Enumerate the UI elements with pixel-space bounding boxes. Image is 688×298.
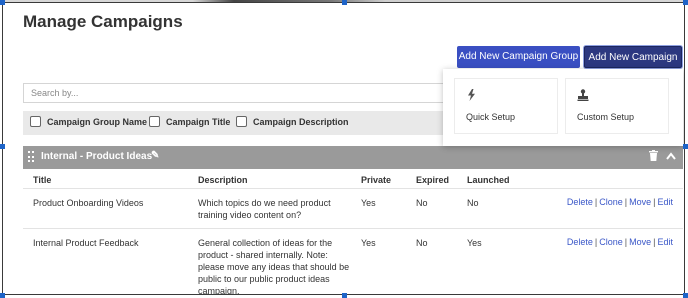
move-link[interactable]: Move xyxy=(629,237,651,247)
resize-handle[interactable] xyxy=(342,293,347,298)
chevron-up-icon[interactable] xyxy=(666,152,676,160)
search-input[interactable]: Search by... xyxy=(23,83,473,103)
row-actions: Delete | Clone | Move | Edit xyxy=(567,197,673,207)
campaign-expired: No xyxy=(416,198,428,208)
app-frame: Manage Campaigns Add New Campaign Group … xyxy=(2,2,685,295)
checkbox[interactable] xyxy=(30,116,41,127)
move-link[interactable]: Move xyxy=(629,197,651,207)
filter-label: Campaign Group Name xyxy=(47,116,148,127)
column-header-expired: Expired xyxy=(416,175,450,185)
column-header-title: Title xyxy=(33,175,52,185)
campaign-expired: No xyxy=(416,238,428,248)
table-header-row: Title Description Private Expired Launch… xyxy=(23,169,683,189)
checkbox[interactable] xyxy=(149,116,160,127)
delete-link[interactable]: Delete xyxy=(567,237,593,247)
column-header-private: Private xyxy=(361,175,392,185)
filter-label: Campaign Description xyxy=(253,116,349,127)
page-title: Manage Campaigns xyxy=(23,12,183,31)
option-label: Quick Setup xyxy=(466,112,516,122)
table-row: Internal Product Feedback General collec… xyxy=(23,229,683,295)
campaign-description: Which topics do we need product training… xyxy=(198,198,331,220)
campaign-group-header: Internal - Product Ideas ✎ xyxy=(23,146,683,169)
add-campaign-group-button[interactable]: Add New Campaign Group xyxy=(457,46,580,68)
clone-link[interactable]: Clone xyxy=(599,237,623,247)
filter-campaign-description[interactable]: Campaign Description xyxy=(236,116,349,127)
campaign-group-name: Internal - Product Ideas xyxy=(41,151,153,162)
resize-handle[interactable] xyxy=(683,0,688,5)
filter-label: Campaign Title xyxy=(166,116,231,127)
delete-link[interactable]: Delete xyxy=(567,197,593,207)
resize-handle[interactable] xyxy=(683,293,688,298)
campaign-launched: Yes xyxy=(467,238,482,248)
resize-handle[interactable] xyxy=(0,0,5,5)
resize-handle[interactable] xyxy=(0,144,5,149)
option-label: Custom Setup xyxy=(577,112,635,122)
campaign-private: Yes xyxy=(361,198,376,208)
column-header-description: Description xyxy=(198,175,248,185)
campaign-description: General collection of ideas for the prod… xyxy=(198,238,350,295)
custom-setup-option[interactable]: Custom Setup xyxy=(565,78,669,134)
edit-link[interactable]: Edit xyxy=(657,237,673,247)
resize-handle[interactable] xyxy=(342,0,347,5)
table-row: Product Onboarding Videos Which topics d… xyxy=(23,189,683,229)
clone-link[interactable]: Clone xyxy=(599,197,623,207)
campaign-title: Product Onboarding Videos xyxy=(33,198,144,208)
drag-handle-icon[interactable] xyxy=(28,151,34,163)
column-header-launched: Launched xyxy=(467,175,510,185)
campaign-launched: No xyxy=(467,198,479,208)
lightning-icon xyxy=(468,89,475,101)
row-actions: Delete | Clone | Move | Edit xyxy=(567,237,673,247)
edit-link[interactable]: Edit xyxy=(657,197,673,207)
add-campaign-button[interactable]: Add New Campaign xyxy=(584,46,682,68)
resize-handle[interactable] xyxy=(0,293,5,298)
filter-campaign-group-name[interactable]: Campaign Group Name xyxy=(30,116,147,127)
stamp-icon xyxy=(577,89,589,101)
quick-setup-option[interactable]: Quick Setup xyxy=(454,78,558,134)
pencil-icon[interactable]: ✎ xyxy=(151,150,159,161)
new-campaign-dropdown: Quick Setup Custom Setup xyxy=(443,69,683,146)
checkbox[interactable] xyxy=(236,116,247,127)
campaign-title: Internal Product Feedback xyxy=(33,238,139,248)
campaign-private: Yes xyxy=(361,238,376,248)
trash-icon[interactable] xyxy=(649,150,658,161)
resize-handle[interactable] xyxy=(683,144,688,149)
filter-campaign-title[interactable]: Campaign Title xyxy=(149,116,230,127)
